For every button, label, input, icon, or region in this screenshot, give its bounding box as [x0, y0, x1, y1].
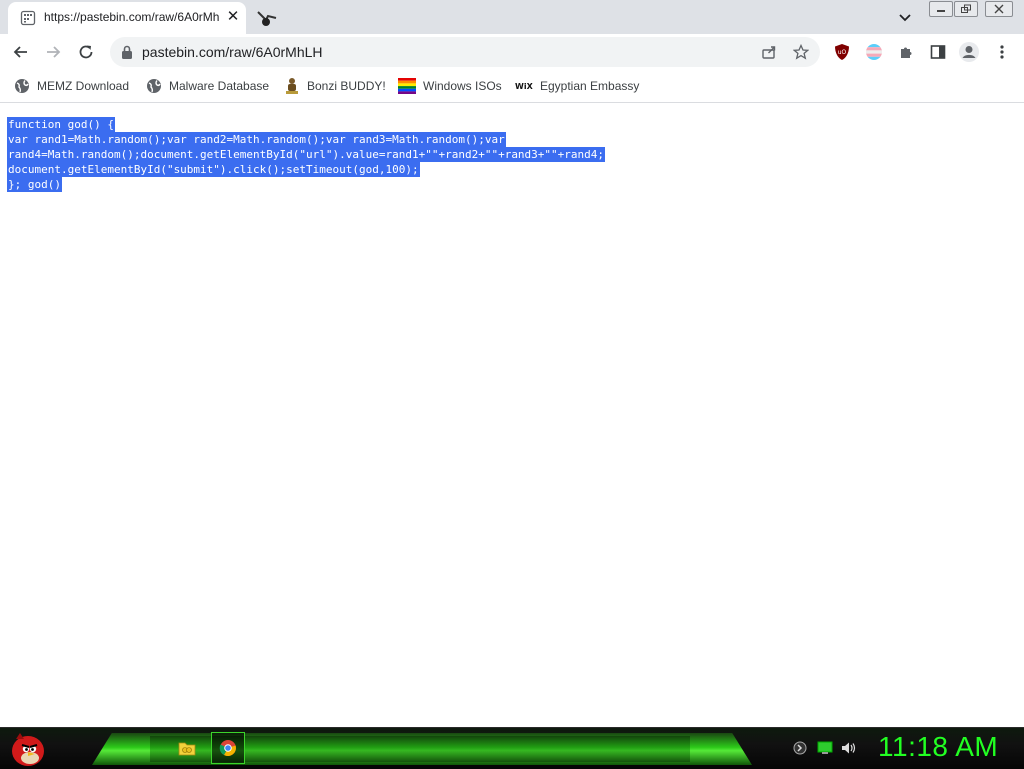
- forward-arrow-icon: [47, 46, 61, 58]
- ublock-shield-icon: uO: [835, 44, 849, 60]
- bookmark-label: Malware Database: [169, 79, 270, 93]
- tab-title: https://pastebin.com/raw/6A0rMhLH: [44, 10, 220, 24]
- code-line: rand4=Math.random();document.getElementB…: [8, 148, 605, 161]
- tab-search-dropdown-icon[interactable]: [254, 6, 280, 30]
- bookmark-star-button[interactable]: [790, 41, 812, 63]
- bookmark-egyptian-embassy[interactable]: WiX Egyptian Embassy: [515, 75, 639, 97]
- svg-text:uO: uO: [838, 49, 847, 56]
- extensions-button[interactable]: [894, 40, 918, 64]
- trans-flag-icon: [866, 44, 882, 60]
- side-panel-button[interactable]: [926, 40, 950, 64]
- start-button-angry-bird-icon[interactable]: [4, 729, 50, 768]
- minimize-button[interactable]: [929, 1, 953, 17]
- back-button[interactable]: [7, 38, 35, 66]
- bonzi-icon: [286, 78, 298, 94]
- code-line: document.getElementById("submit").click(…: [8, 163, 419, 176]
- tray-network-icon[interactable]: [792, 740, 808, 756]
- avatar-icon: [959, 42, 979, 62]
- bookmark-windows-isos[interactable]: Windows ISOs: [398, 75, 502, 97]
- menu-button[interactable]: [990, 40, 1014, 64]
- code-line: var rand1=Math.random();var rand2=Math.r…: [8, 133, 505, 146]
- close-window-button[interactable]: [985, 1, 1013, 17]
- bookmark-malware-database[interactable]: Malware Database: [146, 75, 269, 97]
- restore-button[interactable]: [954, 1, 978, 17]
- star-icon: [793, 44, 809, 60]
- bookmark-label: Bonzi BUDDY!: [307, 79, 386, 93]
- chevron-down-icon[interactable]: [894, 7, 916, 27]
- bookmark-memz-download[interactable]: MEMZ Download: [14, 75, 129, 97]
- forward-button[interactable]: [39, 38, 67, 66]
- pastebin-favicon-icon: [20, 10, 36, 26]
- puzzle-icon: [901, 47, 912, 58]
- code-line: function god() {: [8, 118, 114, 131]
- globe-icon: [147, 79, 161, 93]
- reload-icon: [79, 45, 93, 59]
- taskbar-chrome[interactable]: [211, 732, 245, 764]
- restore-icon: [961, 4, 971, 13]
- bookmark-label: Egyptian Embassy: [540, 79, 640, 93]
- ublock-origin-extension[interactable]: uO: [830, 40, 854, 64]
- taskbar-file-explorer[interactable]: [170, 732, 204, 764]
- bookmark-label: Windows ISOs: [423, 79, 502, 93]
- url-text[interactable]: pastebin.com/raw/6A0rMhLH: [142, 44, 323, 60]
- raw-paste-text[interactable]: function god() { var rand1=Math.random()…: [8, 117, 605, 192]
- bookmark-bonzi-buddy[interactable]: Bonzi BUDDY!: [284, 75, 386, 97]
- minimize-icon: [937, 10, 945, 12]
- back-arrow-icon: [13, 46, 27, 58]
- close-icon[interactable]: ✕: [224, 8, 242, 26]
- folder-icon: [178, 742, 196, 756]
- reload-button[interactable]: [72, 38, 100, 66]
- share-icon: [762, 46, 776, 59]
- svg-text:WiX: WiX: [515, 82, 533, 91]
- bookmark-label: MEMZ Download: [37, 79, 130, 93]
- browser-tab[interactable]: https://pastebin.com/raw/6A0rMhLH ✕: [8, 2, 246, 34]
- trans-flag-extension[interactable]: [862, 40, 886, 64]
- taskbar: [0, 727, 1024, 769]
- taskbar-clock[interactable]: 11:18 AM: [878, 731, 998, 763]
- tab-strip: https://pastebin.com/raw/6A0rMhLH ✕: [0, 0, 1024, 34]
- chrome-icon: [219, 740, 236, 757]
- lock-icon[interactable]: [120, 44, 134, 60]
- tray-display-icon[interactable]: [817, 740, 833, 756]
- tray-volume-icon[interactable]: [841, 740, 857, 756]
- profile-button[interactable]: [957, 40, 981, 64]
- globe-icon: [15, 79, 29, 93]
- rainbow-flag-icon: [398, 78, 416, 94]
- address-bar[interactable]: pastebin.com/raw/6A0rMhLH: [110, 37, 820, 67]
- code-line: }; god(): [8, 178, 61, 191]
- share-button[interactable]: [758, 41, 780, 63]
- kebab-menu-icon: [1000, 45, 1004, 59]
- bookmarks-bar: MEMZ Download Malware Database Bonzi BUD…: [0, 70, 1024, 103]
- wix-icon: WiX: [515, 82, 533, 91]
- page-content: function god() { var rand1=Math.random()…: [0, 103, 1024, 727]
- close-window-icon: [994, 4, 1004, 14]
- side-panel-icon: [930, 45, 946, 59]
